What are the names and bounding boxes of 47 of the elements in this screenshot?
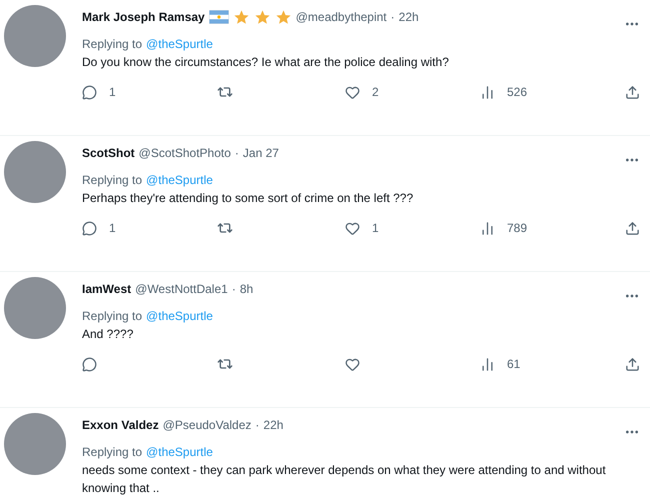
post-time[interactable]: 8h (240, 280, 254, 298)
replying-label: Replying to (82, 36, 142, 53)
user-handle[interactable]: @meadbythepint (296, 8, 387, 26)
views-icon[interactable] (480, 356, 495, 372)
count-label: 1 (109, 84, 116, 101)
user-handle[interactable]: @PseudoValdez (162, 416, 252, 434)
flag-icon (208, 10, 229, 24)
like-icon[interactable] (345, 356, 360, 372)
count-label: 1 (372, 220, 379, 237)
like-icon[interactable] (345, 220, 360, 236)
share-icon[interactable] (625, 356, 640, 372)
count-label: 61 (507, 356, 520, 373)
separator-dot: · (255, 417, 260, 434)
like-icon[interactable] (345, 84, 360, 100)
replying-label: Replying to (82, 444, 142, 461)
count-label: 526 (507, 84, 528, 101)
count-label: 2 (372, 84, 379, 101)
separator-dot: · (234, 145, 239, 162)
post-time[interactable]: 22h (263, 416, 284, 434)
replying-label: Replying to (82, 172, 142, 189)
reply-icon[interactable] (82, 220, 97, 236)
separator-dot: · (232, 281, 236, 298)
separator-dot: · (390, 9, 395, 26)
display-name[interactable]: ScotShot (82, 144, 135, 162)
post-text: And ???? (82, 326, 134, 343)
reply-icon[interactable] (82, 84, 97, 100)
replying-label: Replying to (82, 308, 142, 325)
user-handle[interactable]: @ScotShotPhoto (138, 144, 231, 162)
user-handle[interactable]: @WestNottDale1 (135, 280, 228, 298)
share-icon[interactable] (625, 84, 640, 100)
views-icon[interactable] (480, 84, 495, 100)
views-icon[interactable] (480, 220, 495, 236)
display-name[interactable]: IamWest (82, 280, 132, 298)
count-label: 789 (507, 220, 528, 237)
reply-icon[interactable] (82, 356, 97, 372)
display-name[interactable]: Mark Joseph Ramsay (82, 8, 205, 26)
post-text: Perhaps they're attending to some sort of crime on the left ??? (82, 190, 414, 207)
display-name[interactable]: Exxon Valdez (82, 416, 159, 434)
post-text: needs some context - they can park wherever depends on what they were attending to and without knowing that .. (82, 462, 607, 495)
share-icon[interactable] (625, 220, 640, 236)
post-time[interactable]: 22h (398, 8, 419, 26)
star-icon (232, 8, 250, 26)
post-text: Do you know the circumstances? Ie what are the police dealing with? (82, 54, 450, 71)
post-time[interactable]: Jan 27 (242, 144, 279, 162)
star-icon (274, 8, 292, 26)
count-label: 1 (109, 220, 116, 237)
star-icon (254, 8, 271, 26)
